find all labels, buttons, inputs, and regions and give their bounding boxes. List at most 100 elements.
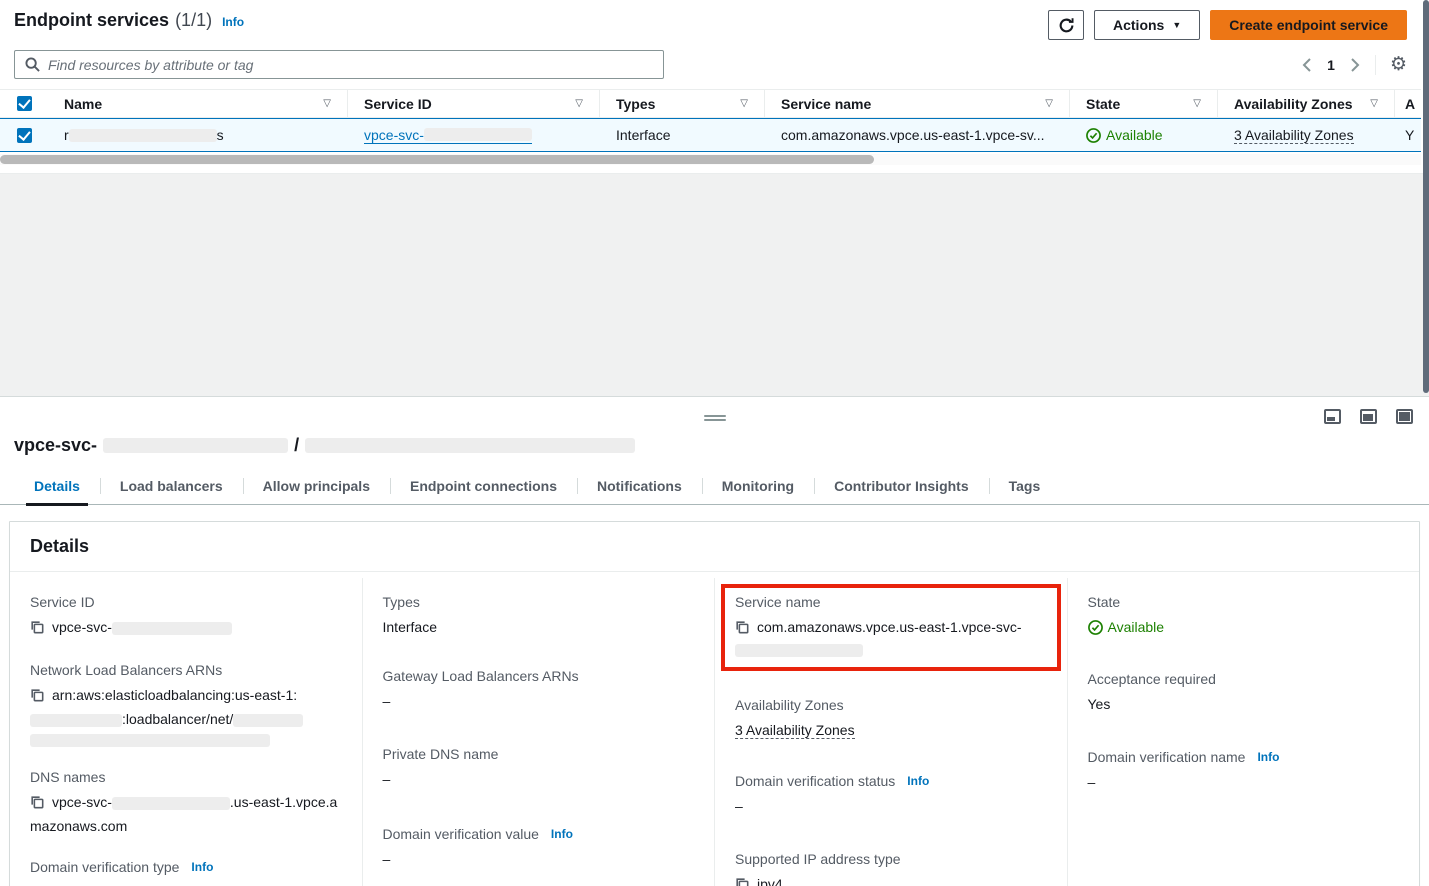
acceptance-required-label: Acceptance required [1088, 671, 1400, 687]
service-name-label: Service name [735, 594, 1047, 610]
domain-verification-value-info-link[interactable]: Info [551, 827, 573, 841]
panel-size-full-icon[interactable] [1396, 409, 1413, 424]
column-header-service-name[interactable]: Service name ▽ [765, 90, 1070, 117]
tab-tags[interactable]: Tags [989, 470, 1061, 504]
refresh-icon [1058, 17, 1075, 34]
supported-ip-label: Supported IP address type [735, 851, 1047, 867]
row-availability-zones-link[interactable]: 3 Availability Zones [1234, 127, 1354, 144]
service-id-label: Service ID [30, 594, 342, 610]
actions-button[interactable]: Actions ▼ [1094, 10, 1200, 40]
details-column-4: State Available Acceptance required Yes … [1067, 578, 1420, 886]
details-card: Details Service ID vpce-svc- Network Loa… [9, 521, 1420, 886]
column-header-state[interactable]: State ▽ [1070, 90, 1218, 117]
domain-verification-status-info-link[interactable]: Info [907, 774, 929, 788]
select-all-checkbox[interactable] [17, 96, 32, 111]
copy-icon[interactable] [30, 686, 44, 708]
check-circle-icon [1086, 128, 1101, 143]
redaction-block [30, 734, 270, 747]
filter-icon-service-name[interactable]: ▽ [1045, 98, 1053, 109]
service-name-highlight-box: Service name com.amazonaws.vpce.us-east-… [721, 584, 1061, 671]
copy-icon[interactable] [30, 793, 44, 815]
redaction-block [69, 129, 217, 142]
domain-verification-type-label: Domain verification type [30, 859, 179, 875]
current-page[interactable]: 1 [1327, 57, 1335, 73]
private-dns-name-label: Private DNS name [383, 746, 695, 762]
domain-verification-name-label: Domain verification name [1088, 749, 1246, 765]
column-header-service-id[interactable]: Service ID ▽ [348, 90, 600, 117]
details-column-1: Service ID vpce-svc- Network Load Balanc… [10, 578, 362, 886]
detail-tabs: Details Load balancers Allow principals … [0, 470, 1429, 505]
panel-size-controls [1324, 409, 1413, 424]
panel-size-medium-icon[interactable] [1360, 409, 1377, 424]
redaction-block [305, 438, 635, 453]
domain-verification-type-value: – [30, 881, 342, 886]
redaction-block [30, 714, 122, 727]
domain-verification-name-value: – [1088, 771, 1400, 793]
private-dns-name-value: – [383, 768, 695, 790]
nlb-arns-value: arn:aws:elasticloadbalancing:us-east-1::… [30, 684, 342, 747]
horizontal-scrollbar [0, 154, 1421, 165]
search-icon [25, 57, 40, 72]
pager-divider [1375, 55, 1376, 75]
prev-page-icon[interactable] [1301, 58, 1313, 72]
domain-verification-status-label: Domain verification status [735, 773, 895, 789]
tab-allow-principals[interactable]: Allow principals [243, 470, 390, 504]
search-input[interactable] [48, 57, 653, 73]
panel-title: vpce-svc- / [0, 397, 1429, 456]
create-endpoint-service-button[interactable]: Create endpoint service [1210, 10, 1407, 40]
check-circle-icon [1088, 620, 1103, 635]
redaction-block [424, 128, 532, 141]
column-header-types[interactable]: Types ▽ [600, 90, 765, 117]
types-label: Types [383, 594, 695, 610]
acceptance-required-value: Yes [1088, 693, 1400, 715]
row-checkbox[interactable] [17, 128, 32, 143]
availability-zones-link[interactable]: 3 Availability Zones [735, 722, 855, 739]
details-column-3: Service name com.amazonaws.vpce.us-east-… [714, 578, 1067, 886]
copy-icon[interactable] [735, 875, 749, 886]
tab-load-balancers[interactable]: Load balancers [100, 470, 243, 504]
service-name-value: com.amazonaws.vpce.us-east-1.vpce-svc- [735, 616, 1047, 657]
redaction-block [103, 438, 288, 453]
table-header-row: Name ▽ Service ID ▽ Types ▽ Service name… [0, 89, 1421, 118]
nlb-arns-label: Network Load Balancers ARNs [30, 662, 342, 678]
domain-verification-type-info-link[interactable]: Info [191, 860, 213, 874]
split-panel-drag-handle[interactable] [704, 413, 726, 423]
domain-verification-name-info-link[interactable]: Info [1257, 750, 1279, 764]
search-box[interactable] [14, 50, 664, 79]
panel-size-small-icon[interactable] [1324, 409, 1341, 424]
row-state-badge: Available [1086, 127, 1163, 143]
refresh-button[interactable] [1048, 10, 1084, 40]
tab-contributor-insights[interactable]: Contributor Insights [814, 470, 989, 504]
title-info-link[interactable]: Info [222, 15, 244, 29]
column-header-partial: A [1395, 90, 1421, 117]
filter-icon-state[interactable]: ▽ [1193, 98, 1201, 109]
domain-verification-value-label: Domain verification value [383, 826, 539, 842]
table-row[interactable]: rs vpce-svc- Interface com.amazonaws.vpc… [0, 118, 1421, 152]
horizontal-scrollbar-thumb[interactable] [0, 155, 874, 164]
glb-arns-value: – [383, 690, 695, 712]
column-header-availability-zones[interactable]: Availability Zones ▽ [1218, 90, 1395, 117]
table-settings-gear-icon[interactable]: ⚙ [1390, 55, 1407, 74]
copy-icon[interactable] [735, 618, 749, 640]
filter-icon-az[interactable]: ▽ [1370, 98, 1378, 109]
domain-verification-value-value: – [383, 848, 695, 870]
page-title: Endpoint services [14, 10, 169, 31]
vertical-scrollbar-thumb[interactable] [1423, 0, 1429, 393]
tab-notifications[interactable]: Notifications [577, 470, 702, 504]
tab-endpoint-connections[interactable]: Endpoint connections [390, 470, 577, 504]
service-id-link[interactable]: vpce-svc- [364, 127, 532, 144]
tab-monitoring[interactable]: Monitoring [702, 470, 814, 504]
domain-verification-status-value: – [735, 795, 1047, 817]
tab-details[interactable]: Details [14, 470, 100, 504]
filter-icon-name[interactable]: ▽ [323, 98, 331, 109]
filter-icon-service-id[interactable]: ▽ [575, 98, 583, 109]
next-page-icon[interactable] [1349, 58, 1361, 72]
copy-icon[interactable] [30, 618, 44, 640]
column-header-name[interactable]: Name ▽ [48, 90, 348, 117]
filter-icon-types[interactable]: ▽ [740, 98, 748, 109]
row-partial-cell: Y [1395, 119, 1421, 151]
resource-count: (1/1) [175, 10, 212, 31]
content-background [0, 174, 1429, 396]
supported-ip-value: ipv4 [757, 876, 783, 886]
redaction-block [112, 797, 230, 810]
